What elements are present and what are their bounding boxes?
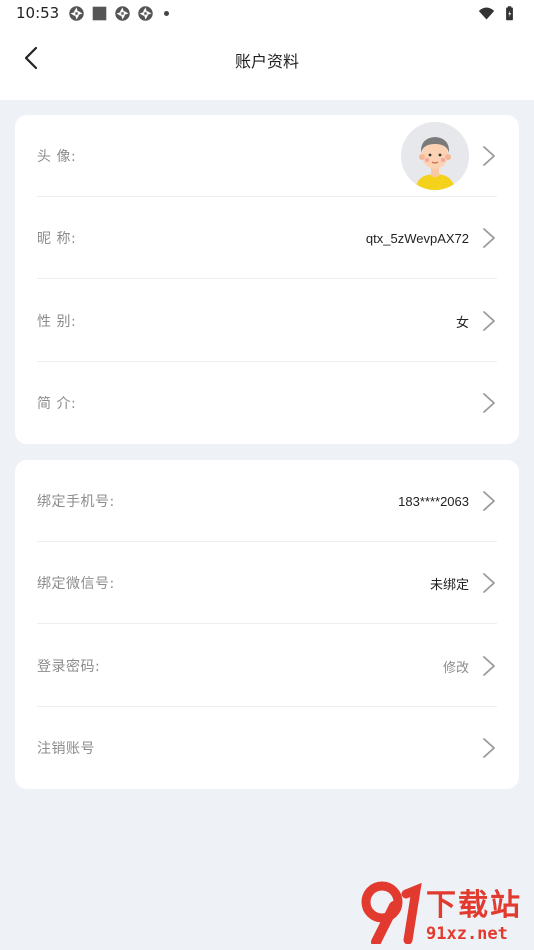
avatar-illustration — [401, 122, 469, 190]
pinwheel-icon — [114, 5, 131, 22]
chevron-right-icon — [483, 146, 495, 166]
dot-icon — [164, 11, 169, 16]
avatar[interactable] — [401, 122, 469, 190]
phone-row[interactable]: 绑定手机号: 183****2063 — [37, 460, 497, 542]
wechat-label: 绑定微信号: — [37, 576, 115, 592]
profile-card: 头 像: 昵 称: qtx_5zWevpAX72 性 别: 女 简 介: — [15, 115, 519, 444]
nickname-row[interactable]: 昵 称: qtx_5zWevpAX72 — [37, 197, 497, 279]
watermark-logo — [361, 881, 422, 944]
app-header: 账户资料 — [0, 28, 534, 100]
chevron-right-icon — [483, 738, 495, 758]
gender-row[interactable]: 性 别: 女 — [37, 280, 497, 362]
chevron-right-icon — [483, 573, 495, 593]
chevron-right-icon — [483, 491, 495, 511]
bio-row[interactable]: 简 介: — [37, 362, 497, 444]
avatar-row[interactable]: 头 像: — [37, 115, 497, 197]
gender-label: 性 别: — [37, 314, 77, 330]
wechat-value: 未绑定 — [429, 576, 469, 592]
password-value: 修改 — [442, 659, 469, 675]
nickname-label: 昵 称: — [37, 231, 77, 247]
phone-value: 183****2063 — [398, 493, 469, 509]
account-card: 绑定手机号: 183****2063 绑定微信号: 未绑定 登录密码: 修改 注… — [15, 460, 519, 789]
pinwheel-icon — [137, 5, 154, 22]
phone-label: 绑定手机号: — [37, 494, 115, 510]
delete-account-label: 注销账号 — [37, 741, 95, 757]
pinwheel-icon — [68, 5, 85, 22]
status-notification-icons — [68, 5, 169, 22]
status-time: 10:53 — [16, 4, 60, 22]
watermark-sub: 91xz.net — [426, 924, 508, 944]
gender-value: 女 — [455, 314, 469, 330]
page-title: 账户资料 — [234, 52, 299, 71]
delete-account-row[interactable]: 注销账号 — [37, 707, 497, 789]
chevron-right-icon — [483, 311, 495, 331]
wifi-icon — [478, 5, 495, 22]
square-icon — [91, 5, 108, 22]
chevron-right-icon — [483, 656, 495, 676]
bio-label: 简 介: — [37, 396, 77, 412]
chevron-right-icon — [483, 228, 495, 248]
password-row[interactable]: 登录密码: 修改 — [37, 625, 497, 707]
watermark: 下载站 91xz.net — [358, 878, 528, 946]
nickname-value: qtx_5zWevpAX72 — [365, 230, 469, 246]
wechat-row[interactable]: 绑定微信号: 未绑定 — [37, 542, 497, 624]
watermark-main: 下载站 — [426, 888, 522, 923]
status-system-icons — [478, 5, 518, 22]
password-label: 登录密码: — [37, 659, 101, 675]
battery-icon — [501, 5, 518, 22]
chevron-right-icon — [483, 393, 495, 413]
avatar-label: 头 像: — [37, 149, 77, 165]
status-bar: 10:53 — [0, 0, 534, 28]
